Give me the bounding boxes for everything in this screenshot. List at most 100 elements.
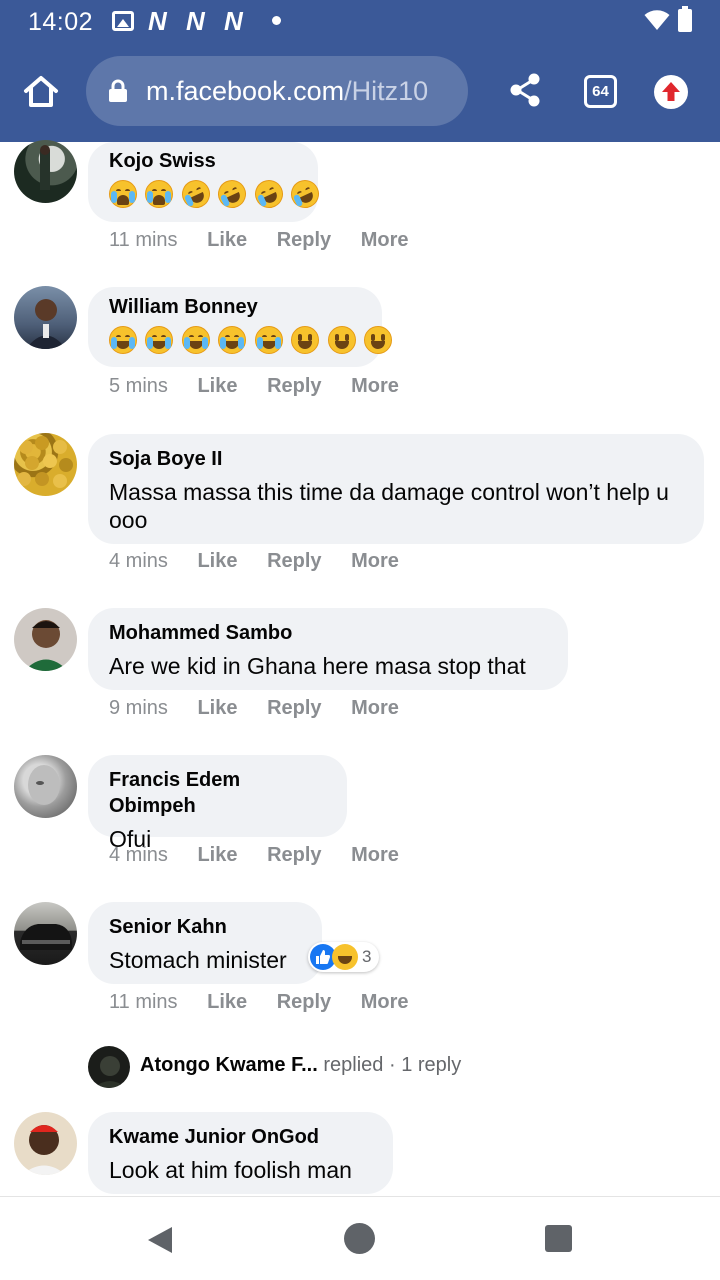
back-icon[interactable] <box>146 1225 174 1255</box>
reply-link[interactable]: Reply <box>267 697 321 719</box>
tears-of-joy-emoji-icon <box>181 326 210 354</box>
comment-text: Stomach minister <box>109 947 287 973</box>
rofl-emoji-icon <box>177 175 215 213</box>
like-link[interactable]: Like <box>197 697 237 719</box>
emoji-row <box>109 326 393 356</box>
comment-meta: 9 mins Like Reply More <box>109 697 423 720</box>
reaction-count: 3 <box>362 947 372 966</box>
comment-author[interactable]: Francis Edem Obimpeh <box>109 767 327 819</box>
more-link[interactable]: More <box>351 844 399 866</box>
rofl-emoji-icon <box>286 175 324 213</box>
comment-time: 4 mins <box>109 844 168 866</box>
avatar[interactable] <box>14 433 77 496</box>
reply-author[interactable]: Atongo Kwame F... <box>140 1054 318 1076</box>
reply-verb: replied <box>323 1054 384 1076</box>
share-icon[interactable] <box>508 72 542 108</box>
reaction-summary[interactable]: 3 <box>308 942 380 972</box>
avatar[interactable] <box>14 286 77 349</box>
lock-icon <box>109 79 127 102</box>
tears-of-joy-emoji-icon <box>109 326 137 354</box>
more-link[interactable]: More <box>351 375 399 397</box>
reply-link[interactable]: Reply <box>267 550 321 572</box>
rofl-emoji-icon <box>213 175 251 213</box>
haha-reaction-icon <box>332 944 358 970</box>
reply-link[interactable]: Reply <box>277 229 331 251</box>
system-nav-bar <box>0 1196 720 1280</box>
reply-link[interactable]: Reply <box>267 844 321 866</box>
reply-link[interactable]: Reply <box>277 991 331 1013</box>
comment-meta: 4 mins Like Reply More <box>109 844 423 867</box>
wifi-icon <box>644 10 670 30</box>
comment-text: Look at him foolish man <box>109 1157 352 1183</box>
comment-bubble: William Bonney <box>88 287 393 367</box>
grinning-emoji-icon <box>327 326 356 354</box>
status-time: 14:02 <box>28 8 94 36</box>
comment-author[interactable]: Soja Boye II <box>109 446 684 472</box>
comment-author[interactable]: Kojo Swiss <box>109 148 298 174</box>
avatar[interactable] <box>14 902 77 965</box>
nn-icon: N <box>186 6 205 36</box>
reply-avatar <box>88 1046 130 1088</box>
dot-icon <box>272 16 281 25</box>
comment-bubble: Soja Boye II Massa massa this time da da… <box>88 434 704 544</box>
comment-time: 9 mins <box>109 697 168 719</box>
comment-text: Are we kid in Ghana here masa stop that <box>109 653 526 679</box>
reply-count[interactable]: 1 reply <box>401 1054 461 1076</box>
avatar[interactable] <box>14 140 77 203</box>
like-link[interactable]: Like <box>197 375 237 397</box>
browser-toolbar: m.facebook.com/Hitz10 64 <box>0 48 720 138</box>
battery-icon <box>678 6 692 32</box>
comment-bubble: Senior Kahn Stomach minister <box>88 902 322 984</box>
comment-bubble: Kwame Junior OnGod Look at him foolish m… <box>88 1112 393 1194</box>
loudly-crying-emoji-icon <box>109 180 137 208</box>
comment-meta: 11 mins Like Reply More <box>109 991 433 1014</box>
comment-time: 11 mins <box>109 229 178 251</box>
upload-button[interactable] <box>654 75 688 109</box>
grinning-emoji-icon <box>291 326 320 354</box>
like-link[interactable]: Like <box>197 550 237 572</box>
avatar[interactable] <box>14 608 77 671</box>
comment-bubble: Francis Edem Obimpeh Ofui <box>88 755 347 852</box>
address-bar[interactable]: m.facebook.com/Hitz10 <box>86 56 468 126</box>
home-icon[interactable] <box>22 74 60 108</box>
emoji-row <box>109 175 324 213</box>
more-link[interactable]: More <box>361 991 409 1013</box>
recents-icon[interactable] <box>545 1225 572 1252</box>
more-link[interactable]: More <box>351 550 399 572</box>
tears-of-joy-emoji-icon <box>218 326 247 354</box>
nn-icon: N <box>224 6 243 36</box>
browser-chrome: 14:02 N N N m.facebook.com/Hitz10 64 <box>0 0 720 142</box>
tears-of-joy-emoji-icon <box>254 326 283 354</box>
comment-author[interactable]: Senior Kahn <box>109 914 302 940</box>
loudly-crying-emoji-icon <box>145 180 174 208</box>
comment-text: Massa massa this time da damage control … <box>109 479 669 533</box>
comment-author[interactable]: Kwame Junior OnGod <box>109 1124 373 1150</box>
reply-link[interactable]: Reply <box>267 375 321 397</box>
comment-author[interactable]: William Bonney <box>109 294 362 320</box>
comment-bubble: Kojo Swiss <box>88 142 324 222</box>
comment-author[interactable]: Mohammed Sambo <box>109 620 548 646</box>
grinning-emoji-icon <box>364 326 393 354</box>
like-link[interactable]: Like <box>207 229 247 251</box>
comment-time: 4 mins <box>109 550 168 572</box>
status-bar: 14:02 N N N <box>0 0 720 44</box>
comment-meta: 5 mins Like Reply More <box>109 375 423 398</box>
reply-separator: · <box>388 1054 396 1076</box>
tears-of-joy-emoji-icon <box>145 326 174 354</box>
like-link[interactable]: Like <box>197 844 237 866</box>
home-nav-icon[interactable] <box>344 1223 375 1254</box>
rofl-emoji-icon <box>250 175 288 213</box>
like-link[interactable]: Like <box>207 991 247 1013</box>
avatar[interactable] <box>14 755 77 818</box>
replies-preview-text: Atongo Kwame F... replied · 1 reply <box>140 1054 461 1077</box>
more-link[interactable]: More <box>361 229 409 251</box>
comment-time: 5 mins <box>109 375 168 397</box>
comment-meta: 11 mins Like Reply More <box>109 229 433 252</box>
comment-time: 11 mins <box>109 991 178 1013</box>
url-text: m.facebook.com/Hitz10 <box>146 76 429 106</box>
nn-icon: N <box>148 6 167 36</box>
image-icon <box>112 11 134 31</box>
more-link[interactable]: More <box>351 697 399 719</box>
tabs-count-button[interactable]: 64 <box>584 75 617 108</box>
avatar[interactable] <box>14 1112 77 1175</box>
